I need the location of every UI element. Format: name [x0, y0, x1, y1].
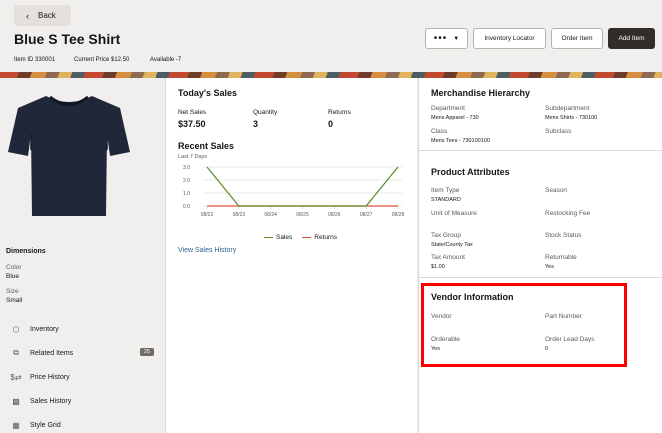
inventory-locator-button[interactable]: Inventory Locator [473, 28, 546, 49]
divider [418, 277, 662, 278]
legend-item-returns: Returns [302, 234, 337, 241]
nav-item-style-grid[interactable]: ▦ Style Grid [10, 417, 160, 433]
color-value: Blue [6, 273, 20, 280]
tax-amount-label: Tax Amount [431, 254, 465, 261]
nav-item-sales-history[interactable]: ▩ Sales History [10, 393, 160, 409]
item-type-value: STANDARD [431, 197, 461, 203]
sales-panel: Today's Sales Net Sales $37.50 Quantity … [166, 78, 417, 433]
bar-chart-icon: ▩ [12, 396, 20, 406]
todays-sales-title: Today's Sales [178, 88, 238, 98]
department-value: Mens Apparel - 730 [431, 115, 479, 121]
item-type-label: Item Type [431, 187, 460, 194]
nav-item-related-items[interactable]: ⧉ Related Items 25 [10, 345, 160, 361]
subdepartment-value: Mens Shirts - 730100 [545, 115, 598, 121]
item-sidebar: Dimensions Color Blue Size Small ⬡ Inven… [0, 78, 166, 433]
returns-label: Returns [328, 109, 351, 116]
item-meta: Item ID 330001 Current Price $12.50 Avai… [14, 57, 181, 63]
nav-label: Inventory [30, 325, 59, 333]
class-value: Mens Tees - 730100100 [431, 138, 490, 144]
chart-legend: Sales Returns [264, 234, 337, 241]
nav-item-price-history[interactable]: $⇄ Price History [10, 369, 160, 385]
season-label: Season [545, 187, 568, 194]
product-image [8, 95, 130, 216]
add-item-button[interactable]: Add Item [608, 28, 655, 49]
nav-item-inventory[interactable]: ⬡ Inventory [10, 321, 160, 337]
product-attributes-title: Product Attributes [431, 167, 510, 177]
more-icon: ••• [433, 32, 448, 44]
order-item-button[interactable]: Order Item [551, 28, 603, 49]
back-button[interactable]: ‹ Back [14, 5, 71, 26]
recent-sales-subtitle: Last 7 Days [178, 154, 208, 160]
subclass-label: Subclass [545, 128, 572, 135]
view-sales-history-link[interactable]: View Sales History [178, 247, 236, 254]
tax-group-value: State/County Tax [431, 242, 473, 248]
x-tick-label: 08/27 [360, 212, 373, 218]
quantity-value: 3 [253, 119, 259, 129]
more-actions-button[interactable]: ••• ▼ [425, 28, 468, 49]
subdepartment-label: Subdepartment [545, 105, 590, 112]
department-label: Department [431, 105, 465, 112]
nav-label: Sales History [30, 397, 72, 405]
item-id: Item ID 330001 [14, 57, 56, 63]
nav-label: Related Items [30, 349, 74, 357]
price-history-icon: $⇄ [10, 372, 22, 382]
x-tick-label: 08/22 [201, 212, 214, 218]
tax-group-label: Tax Group [431, 232, 461, 239]
x-tick-label: 08/23 [233, 212, 246, 218]
x-tick-label: 08/25 [296, 212, 309, 218]
nav-label: Price History [30, 373, 70, 381]
dimensions-title: Dimensions [6, 248, 46, 255]
series-line-sales [206, 166, 399, 207]
current-price: Current Price $12.50 [74, 57, 130, 63]
recent-sales-title: Recent Sales [178, 141, 235, 151]
size-label: Size [6, 288, 19, 295]
merchandise-hierarchy-title: Merchandise Hierarchy [431, 88, 531, 98]
details-panel: Merchandise Hierarchy Department Mens Ap… [418, 78, 662, 433]
y-tick-label: 0.0 [183, 204, 190, 210]
returnable-label: Returnable [545, 254, 577, 261]
unit-of-measure-label: Unit of Measure [431, 210, 477, 217]
nav-label: Style Grid [30, 421, 61, 429]
class-label: Class [431, 128, 448, 135]
tax-amount-value: $1.00 [431, 264, 445, 270]
back-label: Back [38, 11, 56, 20]
restocking-fee-label: Restocking Fee [545, 210, 591, 217]
stock-status-label: Stock Status [545, 232, 582, 239]
x-tick-label: 08/26 [328, 212, 341, 218]
net-sales-label: Net Sales [178, 109, 207, 116]
related-items-count-badge: 25 [139, 348, 154, 356]
net-sales-value: $37.50 [178, 119, 206, 129]
recent-sales-chart: 3.0 2.0 1.0 0.0 08/22 08/23 08/24 08/25 08/26 08/… [183, 165, 405, 218]
page-title: Blue S Tee Shirt [14, 31, 121, 47]
vendor-information-highlight [421, 283, 627, 367]
related-items-icon: ⧉ [13, 348, 19, 357]
cube-icon: ⬡ [12, 324, 20, 334]
legend-item-sales: Sales [264, 234, 292, 241]
caret-down-icon: ▼ [453, 35, 460, 42]
quantity-label: Quantity [253, 109, 278, 116]
divider [418, 150, 662, 151]
x-tick-label: 08/28 [392, 212, 405, 218]
chevron-left-icon: ‹ [26, 10, 29, 21]
returnable-value: Yes [545, 264, 554, 270]
y-tick-label: 2.0 [183, 178, 190, 184]
size-value: Small [6, 297, 23, 304]
color-label: Color [6, 264, 22, 271]
y-tick-label: 1.0 [183, 191, 190, 197]
returns-value: 0 [328, 119, 334, 129]
available-count: Available -7 [150, 57, 182, 63]
grid-icon: ▦ [12, 420, 20, 430]
page-header: ‹ Back Blue S Tee Shirt Item ID 330001 C… [0, 0, 662, 72]
x-tick-label: 08/24 [264, 212, 277, 218]
y-tick-label: 3.0 [183, 165, 190, 171]
